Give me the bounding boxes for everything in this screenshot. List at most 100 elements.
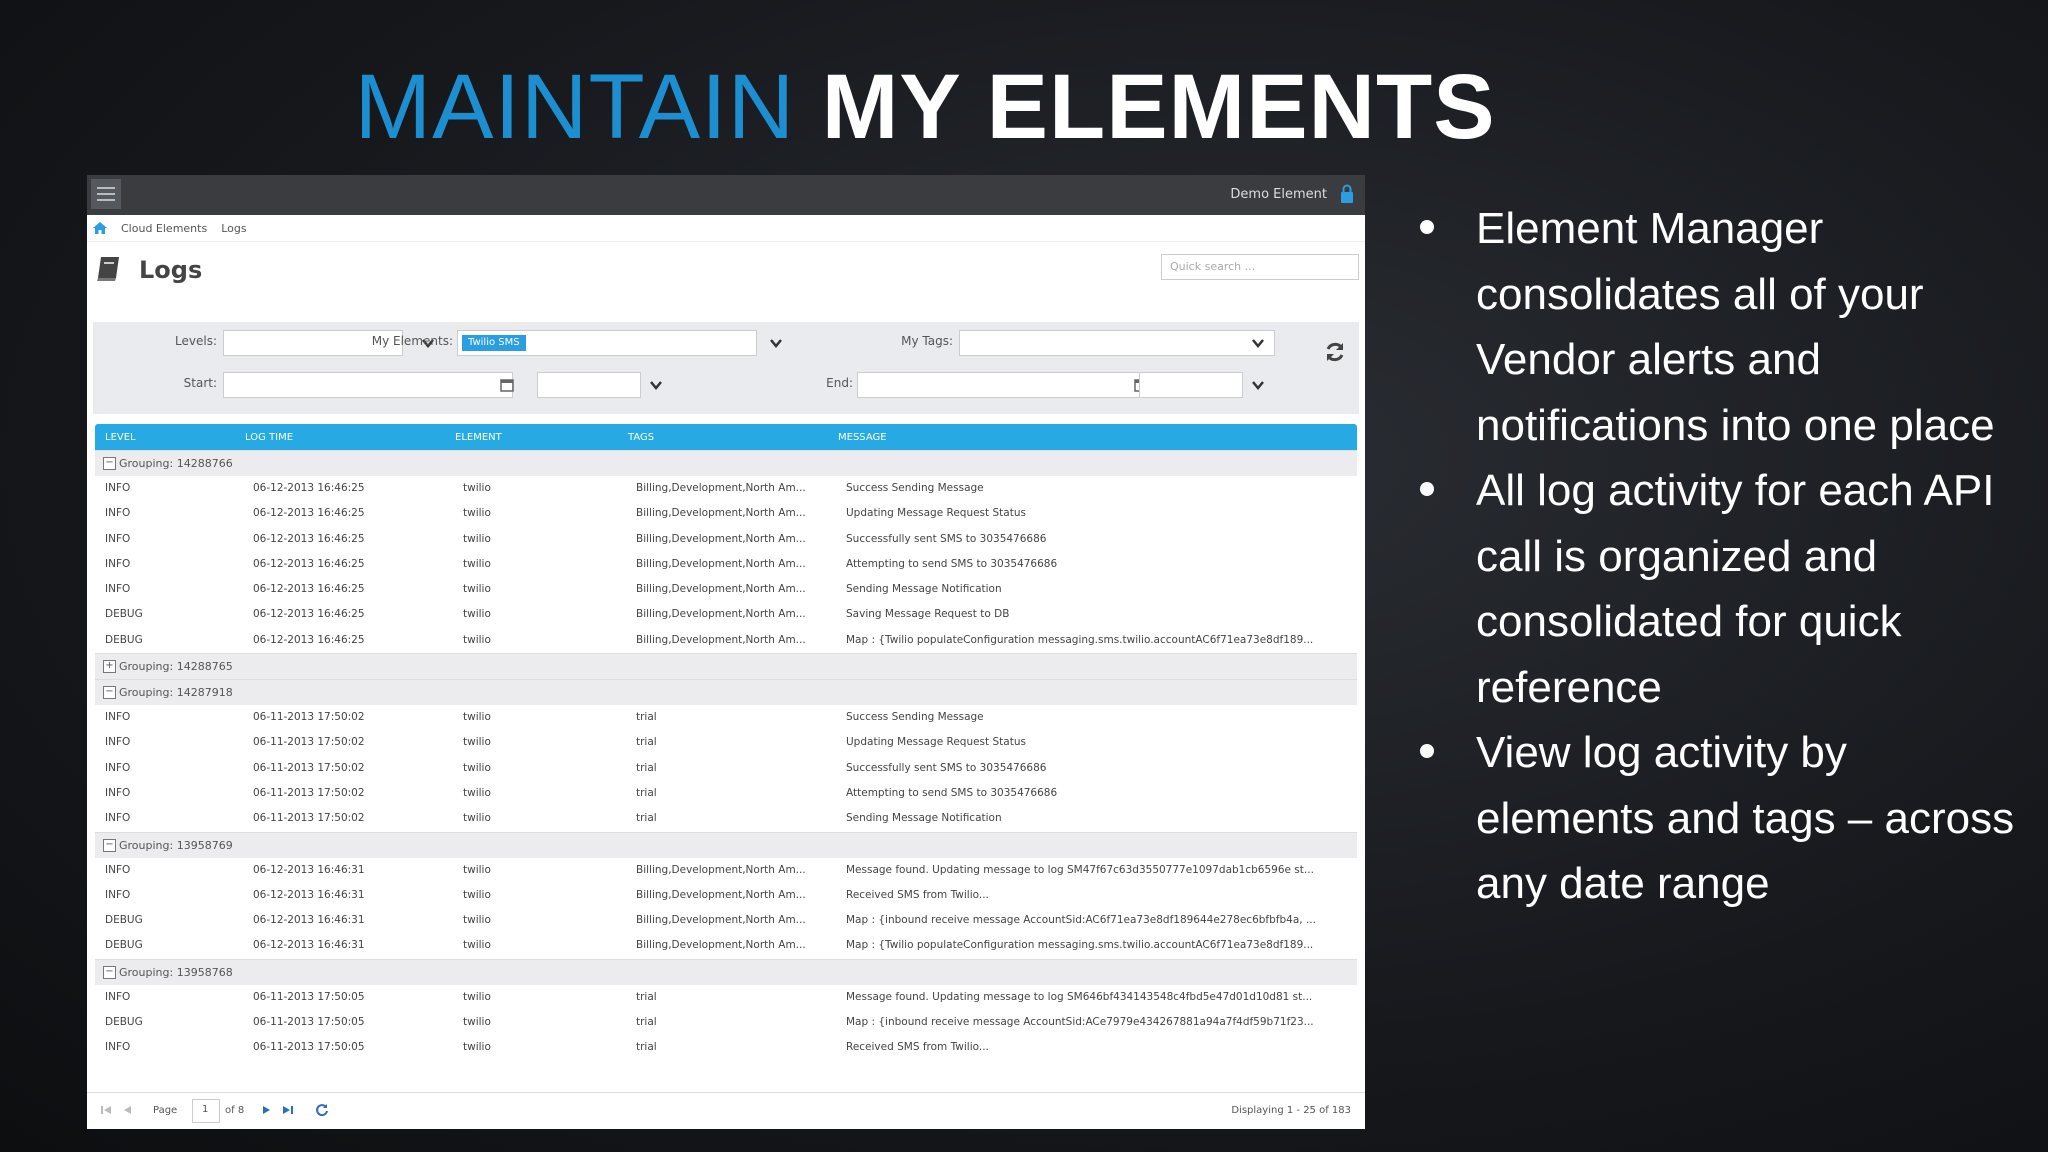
table-row[interactable]: DEBUG 06-12-2013 16:46:31 twilio Billing,De…	[95, 908, 1357, 933]
table-row[interactable]: INFO 06-11-2013 17:50:05 twilio trial Receiv…	[95, 1035, 1357, 1060]
page-label: Page	[153, 1105, 178, 1116]
cell-element: twilio	[463, 888, 491, 901]
table-row[interactable]: INFO 06-12-2013 16:46:25 twilio Billing,Dev…	[95, 552, 1357, 577]
table-row[interactable]: INFO 06-12-2013 16:46:31 twilio Billing,Dev…	[95, 858, 1357, 883]
table-row[interactable]: INFO 06-11-2013 17:50:02 twilio trial Succes…	[95, 705, 1357, 730]
group-row[interactable]: − Grouping: 14287918	[95, 679, 1357, 706]
home-icon[interactable]	[93, 222, 107, 234]
breadcrumb-item-logs[interactable]: Logs	[221, 222, 246, 235]
cell-element: twilio	[463, 761, 491, 774]
group-row[interactable]: + Grouping: 14288765	[95, 653, 1357, 680]
cell-level: INFO	[105, 990, 131, 1003]
my-elements-select[interactable]: Twilio SMS	[457, 330, 782, 356]
column-header-element[interactable]: ELEMENT	[455, 432, 502, 443]
table-row[interactable]: INFO 06-12-2013 16:46:31 twilio Billing,Dev…	[95, 883, 1357, 908]
table-row[interactable]: INFO 06-11-2013 17:50:02 twilio trial Attemp…	[95, 781, 1357, 806]
cell-tags: Billing,Development,North Am...	[636, 583, 806, 596]
expand-icon[interactable]: +	[103, 660, 116, 674]
last-page-icon[interactable]	[281, 1103, 295, 1117]
cell-log-time: 06-12-2013 16:46:25	[253, 532, 365, 545]
cell-level: DEBUG	[105, 939, 143, 952]
reload-icon[interactable]	[315, 1103, 329, 1117]
calendar-icon[interactable]	[500, 378, 514, 392]
breadcrumb-item-cloud-elements[interactable]: Cloud Elements	[121, 222, 207, 235]
cell-element: twilio	[463, 507, 491, 520]
table-row[interactable]: INFO 06-12-2013 16:46:25 twilio Billing,Dev…	[95, 476, 1357, 501]
end-date-input[interactable]	[857, 372, 1148, 398]
cell-element: twilio	[463, 812, 491, 825]
table-row[interactable]: DEBUG 06-11-2013 17:50:05 twilio trial Map :…	[95, 1010, 1357, 1035]
group-row[interactable]: − Grouping: 14288766	[95, 450, 1357, 476]
cell-tags: trial	[636, 736, 657, 749]
bullet-item: View log activity by elements and tags –…	[1410, 720, 2030, 917]
collapse-icon[interactable]: −	[103, 686, 116, 700]
cell-log-time: 06-12-2013 16:46:31	[253, 863, 365, 876]
column-header-level[interactable]: LEVEL	[105, 432, 136, 443]
table-row[interactable]: INFO 06-11-2013 17:50:02 twilio trial Succes…	[95, 756, 1357, 781]
table-row[interactable]: INFO 06-12-2013 16:46:25 twilio Billing,Dev…	[95, 577, 1357, 602]
chevron-down-icon[interactable]	[768, 335, 784, 351]
chevron-down-icon[interactable]	[1250, 335, 1266, 351]
table-row[interactable]: INFO 06-11-2013 17:50:05 twilio trial Messag…	[95, 985, 1357, 1010]
cell-level: INFO	[105, 863, 131, 876]
cell-element: twilio	[463, 736, 491, 749]
cell-message: Message found. Updating message to log S…	[846, 990, 1313, 1003]
cell-element: twilio	[463, 532, 491, 545]
page-header: Logs Quick search ...	[87, 242, 1365, 298]
prev-page-icon[interactable]	[121, 1103, 135, 1117]
title-part-white: MY ELEMENTS	[821, 56, 1496, 158]
my-elements-label: My Elements:	[371, 334, 453, 348]
breadcrumb: Cloud Elements Logs	[87, 215, 1365, 242]
column-header-tags[interactable]: TAGS	[628, 432, 654, 443]
table-row[interactable]: DEBUG 06-12-2013 16:46:31 twilio Billing,De…	[95, 933, 1357, 958]
chevron-down-icon[interactable]	[648, 377, 664, 393]
bullet-dot-icon	[1420, 482, 1434, 496]
cell-tags: Billing,Development,North Am...	[636, 532, 806, 545]
cell-message: Successfully sent SMS to 3035476686	[846, 532, 1047, 545]
cell-log-time: 06-12-2013 16:46:25	[253, 557, 365, 570]
cell-level: INFO	[105, 482, 131, 494]
my-tags-select[interactable]	[959, 330, 1275, 356]
start-time-select[interactable]	[537, 372, 662, 398]
cell-element: twilio	[463, 482, 491, 494]
table-row[interactable]: DEBUG 06-12-2013 16:46:25 twilio Billing,De…	[95, 628, 1357, 653]
levels-label: Levels:	[175, 334, 217, 348]
table-row[interactable]: INFO 06-11-2013 17:50:02 twilio trial Sendin…	[95, 806, 1357, 831]
menu-icon[interactable]	[91, 179, 121, 209]
first-page-icon[interactable]	[99, 1103, 113, 1117]
user-label[interactable]: Demo Element	[1230, 187, 1327, 202]
cell-element: twilio	[463, 608, 491, 621]
group-label: Grouping: 13958768	[119, 965, 233, 979]
cell-message: Received SMS from Twilio...	[846, 888, 989, 901]
book-icon	[97, 257, 119, 281]
end-time-select[interactable]	[1139, 372, 1264, 398]
cell-log-time: 06-11-2013 17:50:02	[253, 736, 365, 749]
cell-tags: trial	[636, 990, 657, 1003]
page-number-input[interactable]: 1	[192, 1099, 220, 1123]
group-row[interactable]: − Grouping: 13958769	[95, 831, 1357, 858]
cell-message: Map : {Twilio populateConfiguration mess…	[846, 939, 1314, 952]
table-row[interactable]: DEBUG 06-12-2013 16:46:25 twilio Billing,De…	[95, 602, 1357, 627]
group-label: Grouping: 14287918	[119, 686, 233, 700]
next-page-icon[interactable]	[259, 1103, 273, 1117]
element-chip[interactable]: Twilio SMS	[462, 335, 526, 351]
table-row[interactable]: INFO 06-11-2013 17:50:02 twilio trial Updati…	[95, 730, 1357, 755]
cell-tags: trial	[636, 1041, 657, 1054]
table-row[interactable]: INFO 06-12-2013 16:46:25 twilio Billing,Dev…	[95, 527, 1357, 552]
chevron-down-icon[interactable]	[1250, 377, 1266, 393]
column-header-message[interactable]: MESSAGE	[838, 432, 887, 443]
refresh-icon[interactable]	[1323, 340, 1347, 364]
bullet-dot-icon	[1420, 744, 1434, 758]
table-row[interactable]: INFO 06-12-2013 16:46:25 twilio Billing,Dev…	[95, 501, 1357, 526]
quick-search-input[interactable]: Quick search ...	[1161, 254, 1359, 280]
collapse-icon[interactable]: −	[103, 965, 116, 979]
cell-level: INFO	[105, 507, 131, 520]
start-date-input[interactable]	[223, 372, 514, 398]
group-row[interactable]: − Grouping: 13958768	[95, 958, 1357, 985]
lock-icon[interactable]	[1339, 183, 1355, 205]
cell-element: twilio	[463, 914, 491, 927]
column-header-log-time[interactable]: LOG TIME	[245, 432, 293, 443]
group-label: Grouping: 13958769	[119, 838, 233, 852]
collapse-icon[interactable]: −	[103, 838, 116, 852]
collapse-icon[interactable]: −	[103, 457, 116, 470]
